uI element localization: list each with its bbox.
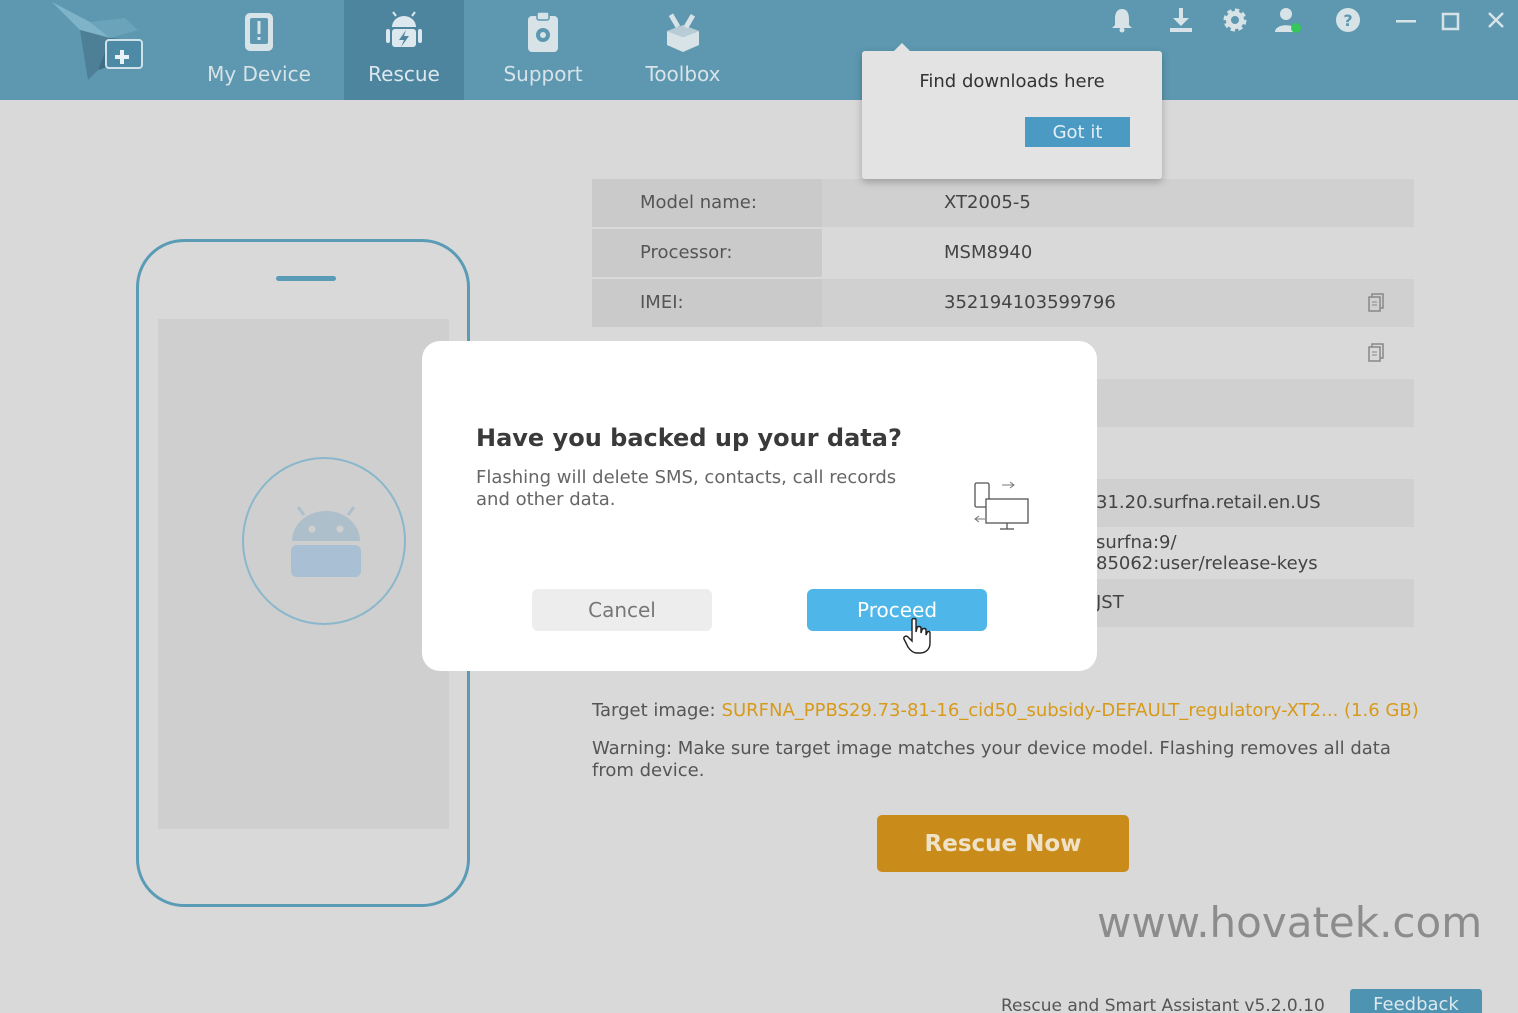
tab-rescue[interactable]: Rescue — [344, 0, 464, 100]
copy-icon[interactable] — [1367, 343, 1385, 363]
download-icon[interactable] — [1167, 6, 1195, 34]
gear-icon[interactable] — [1221, 6, 1249, 34]
phone-screen — [158, 319, 449, 829]
tab-label: Toolbox — [645, 62, 721, 86]
software-version-value: 31.20.surfna.retail.en.US — [1096, 492, 1321, 513]
target-image-line: Target image: SURFNA_PPBS29.73-81-16_cid5… — [592, 700, 1419, 721]
cancel-button[interactable]: Cancel — [532, 589, 712, 631]
fingerprint-value-line1: surfna:9/ — [1096, 532, 1177, 553]
phone-to-computer-icon — [972, 479, 1032, 535]
phone-speaker — [276, 276, 336, 281]
bell-icon[interactable] — [1108, 6, 1136, 34]
label-cell — [592, 279, 822, 327]
info-row-model: Model name: XT2005-5 — [592, 179, 1414, 227]
target-image-value[interactable]: SURFNA_PPBS29.73-81-16_cid50_subsidy-DEF… — [722, 700, 1419, 721]
toolbox-icon — [661, 10, 705, 54]
rescue-now-button[interactable]: Rescue Now — [877, 815, 1129, 872]
backup-confirm-dialog: Have you backed up your data? Flashing w… — [422, 341, 1097, 671]
tab-toolbox[interactable]: Toolbox — [620, 0, 746, 100]
tab-label: Support — [503, 62, 583, 86]
info-label: Processor: — [640, 242, 733, 263]
app-header: My Device Rescue Support Toolbox ? — [0, 0, 1518, 100]
feedback-button[interactable]: Feedback — [1350, 989, 1482, 1013]
android-bolt-icon — [382, 10, 426, 54]
info-row-imei: IMEI: 352194103599796 — [592, 279, 1414, 327]
maximize-icon[interactable] — [1437, 6, 1465, 34]
svg-text:?: ? — [1343, 11, 1352, 30]
info-value: XT2005-5 — [944, 192, 1031, 213]
close-icon[interactable] — [1482, 6, 1510, 34]
tab-label: My Device — [207, 62, 311, 86]
android-icon — [291, 506, 361, 577]
info-row-processor: Processor: MSM8940 — [592, 229, 1414, 277]
dialog-message: Flashing will delete SMS, contacts, call… — [476, 467, 897, 510]
region-value: JST — [1096, 592, 1124, 613]
android-circle — [242, 457, 406, 625]
minimize-icon[interactable] — [1392, 6, 1420, 34]
version-text: Rescue and Smart Assistant v5.2.0.10 — [1001, 996, 1325, 1013]
dialog-title: Have you backed up your data? — [476, 424, 902, 452]
popover-text: Find downloads here — [919, 71, 1105, 92]
warning-text: Warning: Make sure target image matches … — [592, 738, 1391, 781]
info-value: MSM8940 — [944, 242, 1033, 263]
downloads-popover: Find downloads here Got it — [862, 43, 1162, 179]
target-image-label: Target image: — [592, 700, 716, 721]
help-icon[interactable]: ? — [1334, 6, 1362, 34]
fingerprint-value-line2: 85062:user/release-keys — [1096, 553, 1318, 574]
phone-alert-icon — [237, 10, 281, 54]
app-logo — [50, 0, 150, 90]
clipboard-gear-icon — [521, 10, 565, 54]
info-label: Model name: — [640, 192, 757, 213]
popover-arrow — [894, 43, 910, 51]
user-status-icon[interactable] — [1274, 6, 1302, 34]
proceed-button[interactable]: Proceed — [807, 589, 987, 631]
watermark: www.hovatek.com — [1097, 898, 1483, 947]
copy-icon[interactable] — [1367, 293, 1385, 313]
got-it-button[interactable]: Got it — [1025, 117, 1130, 147]
tab-my-device[interactable]: My Device — [186, 0, 332, 100]
hand-cursor-icon — [903, 617, 933, 655]
phone-illustration — [136, 239, 470, 907]
info-value: 352194103599796 — [944, 292, 1116, 313]
info-label: IMEI: — [640, 292, 684, 313]
tab-support[interactable]: Support — [480, 0, 606, 100]
tab-label: Rescue — [368, 62, 440, 86]
